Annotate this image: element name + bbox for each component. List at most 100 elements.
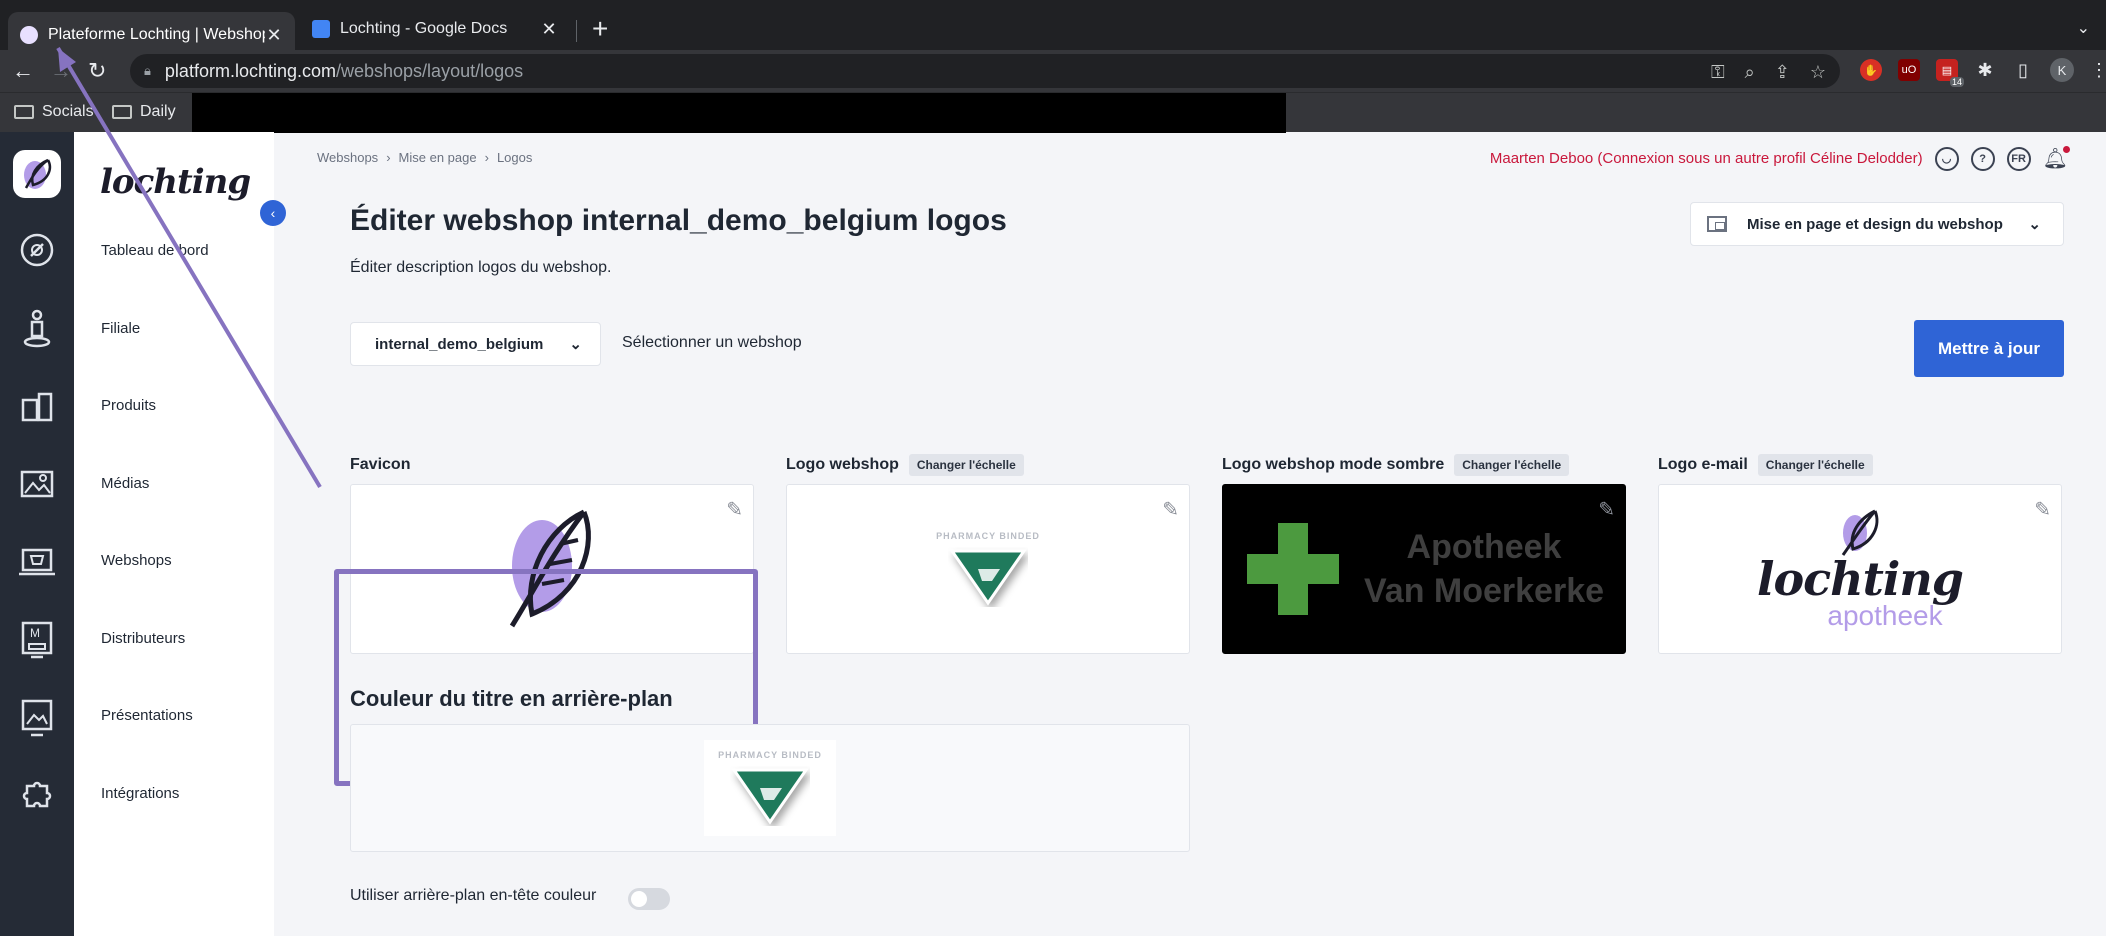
redacted-bookmarks (192, 93, 1286, 133)
bookmark-star-icon[interactable]: ☆ (1810, 62, 1826, 83)
breadcrumb: Webshops › Mise en page › Logos (317, 150, 532, 165)
integrations-icon[interactable] (13, 772, 61, 820)
change-scale-button[interactable]: Changer l'échelle (908, 454, 1024, 476)
header-bg-toggle[interactable] (628, 888, 670, 910)
url-path: /webshops/layout/logos (336, 60, 524, 81)
browser-tab-docs[interactable]: Lochting - Google Docs ✕ (300, 12, 570, 46)
breadcrumb-mise-en-page[interactable]: Mise en page (399, 150, 477, 165)
bookmark-socials[interactable]: Socials (14, 103, 94, 121)
bookmark-daily[interactable]: Daily (112, 103, 176, 121)
email-logo-preview[interactable]: ✎ lochting apotheek (1658, 484, 2062, 654)
edit-pencil-icon[interactable]: ✎ (1162, 497, 1179, 522)
new-tab-button[interactable]: + (592, 14, 608, 44)
reload-icon[interactable]: ↻ (88, 58, 106, 84)
sidebar-item-integrations[interactable]: Intégrations (101, 785, 179, 802)
lochting-apotheek-logo: lochting apotheek (1757, 507, 1964, 631)
language-selector[interactable]: FR (2006, 146, 2031, 171)
address-bar[interactable]: 🔒︎ platform.lochting.com/webshops/layout… (130, 54, 1840, 88)
lochting-leaf-icon (1841, 509, 1879, 556)
bookmarks-bar: Socials Daily (0, 92, 2106, 133)
sidepanel-icon[interactable]: ▯ (2012, 59, 2034, 81)
pharmacy-logo: PHARMACY BINDED (704, 740, 836, 836)
notification-dot (2063, 146, 2070, 153)
dark-logo-preview[interactable]: ✎ Apotheek Van Moerkerke (1222, 484, 1626, 654)
dashboard-icon[interactable] (13, 226, 61, 274)
pharmacy-logo: PHARMACY BINDED (936, 531, 1040, 607)
menu-dots-icon[interactable]: ⋮ (2090, 60, 2106, 81)
user-profile-icon[interactable]: ◡ (1934, 146, 1959, 171)
profile-avatar[interactable]: K (2050, 58, 2074, 82)
green-cross-icon (1247, 523, 1339, 615)
sidebar-item-distributeurs[interactable]: Distributeurs (101, 630, 185, 647)
sidebar-item-webshops[interactable]: Webshops (101, 552, 172, 569)
favicon-preview[interactable]: ✎ (350, 484, 754, 654)
webshop-icon[interactable] (13, 538, 61, 586)
chevron-down-icon: ⌄ (569, 336, 582, 353)
bookmark-label: Daily (140, 103, 176, 120)
extension-badge: 14 (1949, 77, 1964, 87)
header-bg-toggle-label: Utiliser arrière-plan en-tête couleur (350, 887, 597, 904)
branch-icon[interactable] (13, 304, 61, 352)
folder-icon (112, 105, 132, 119)
dark-logo-line-2: Van Moerkerke (1363, 572, 1605, 610)
breadcrumb-webshops[interactable]: Webshops (317, 150, 378, 165)
key-icon[interactable]: ⚿ (1711, 62, 1725, 83)
layout-dropdown[interactable]: Mise en page et design du webshop ⌄ (1690, 202, 2064, 246)
layout-dropdown-label: Mise en page et design du webshop (1747, 215, 2003, 233)
impersonation-text[interactable]: Maarten Deboo (Connexion sous un autre p… (1490, 150, 1923, 167)
layout-icon (1707, 216, 1727, 232)
page-title: Éditer webshop internal_demo_belgium log… (350, 204, 1007, 237)
puzzle-icon[interactable]: ✱ (1974, 59, 1996, 81)
lochting-leaf-icon (509, 509, 591, 628)
zoom-icon[interactable]: ⌕ (1745, 62, 1755, 83)
sidebar-item-medias[interactable]: Médias (101, 475, 149, 492)
breadcrumb-separator-icon: › (386, 150, 391, 165)
media-icon[interactable] (13, 460, 61, 508)
close-tab-icon[interactable]: ✕ (265, 25, 283, 46)
sidebar-item-presentations[interactable]: Présentations (101, 707, 193, 724)
edit-pencil-icon[interactable]: ✎ (2034, 497, 2051, 522)
back-icon[interactable]: ← (12, 58, 34, 84)
stop-extension-icon[interactable]: ✋ (1860, 59, 1882, 81)
lochting-wordmark: lochting (100, 162, 251, 202)
presentation-icon[interactable] (13, 694, 61, 742)
help-icon[interactable]: ? (1970, 146, 1995, 171)
lochting-favicon-icon (20, 26, 38, 44)
notifications-bell-icon[interactable]: 🔔︎ (2043, 146, 2070, 171)
webshop-logo-preview[interactable]: ✎ PHARMACY BINDED (786, 484, 1190, 654)
close-tab-icon[interactable]: ✕ (540, 19, 558, 40)
sidebar-item-produits[interactable]: Produits (101, 397, 156, 414)
sidebar-item-tableau-de-bord[interactable]: Tableau de bord (101, 242, 209, 259)
pharmacy-tag: PHARMACY BINDED (718, 750, 822, 760)
edit-pencil-icon[interactable]: ✎ (726, 497, 743, 522)
distributor-icon[interactable]: M (13, 616, 61, 664)
webshop-select-label: Sélectionner un webshop (622, 334, 802, 351)
change-scale-button[interactable]: Changer l'échelle (1454, 454, 1570, 476)
tab-search-icon[interactable]: ⌄ (2077, 18, 2090, 38)
logo-card-favicon: Favicon ✎ (350, 452, 754, 654)
collapse-sidebar-button[interactable]: ‹ (260, 200, 286, 226)
webshop-select[interactable]: internal_demo_belgium ⌄ (350, 322, 601, 366)
background-color-preview[interactable]: PHARMACY BINDED (350, 724, 1190, 852)
background-section-title: Couleur du titre en arrière-plan (350, 686, 673, 711)
chevron-down-icon: ⌄ (2028, 216, 2041, 233)
logo-card-dark: Logo webshop mode sombre Changer l'échel… (1222, 452, 1626, 654)
dark-logo-line-1: Apotheek (1406, 528, 1562, 566)
update-button[interactable]: Mettre à jour (1914, 320, 2064, 377)
logo-card-email: Logo e-mail Changer l'échelle ✎ lochting… (1658, 452, 2062, 654)
mail-extension-icon[interactable]: ▤ 14 (1936, 59, 1964, 87)
ublock-icon[interactable]: uO (1898, 59, 1920, 81)
forward-icon[interactable]: → (50, 58, 72, 84)
share-icon[interactable]: ⇪ (1775, 62, 1790, 83)
lochting-leaf-logo-icon[interactable] (13, 150, 61, 198)
pharmacy-tag: PHARMACY BINDED (936, 531, 1040, 541)
tab-title: Plateforme Lochting | Webshop (48, 26, 265, 43)
change-scale-button[interactable]: Changer l'échelle (1757, 454, 1873, 476)
breadcrumb-separator-icon: › (484, 150, 489, 165)
page-subtitle: Éditer description logos du webshop. (350, 259, 612, 276)
sidebar-item-filiale[interactable]: Filiale (101, 320, 140, 337)
logo-card-title: Logo e-mail (1658, 456, 1748, 473)
bookmark-label: Socials (42, 103, 94, 120)
products-icon[interactable] (13, 382, 61, 430)
edit-pencil-icon[interactable]: ✎ (1598, 497, 1615, 522)
